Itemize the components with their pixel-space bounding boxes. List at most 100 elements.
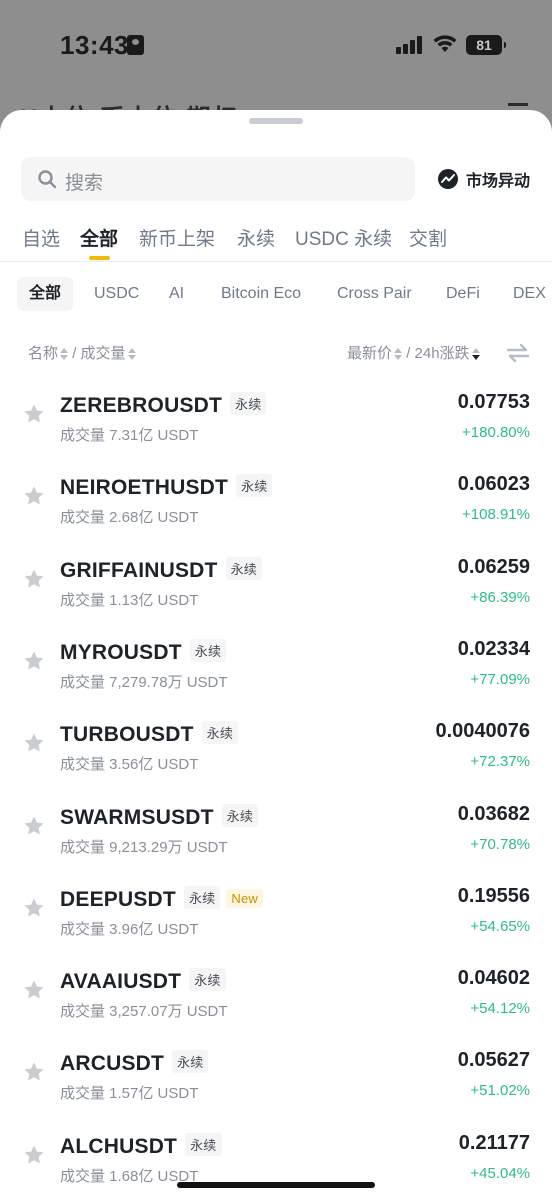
sort-icon [127,348,136,361]
chip-defi[interactable]: DeFi [446,277,480,311]
tabs-divider [0,261,552,262]
favorite-star-icon[interactable] [22,1143,46,1167]
change-percent: +108.91% [462,506,530,524]
symbol-line: ALCHUSDT 永续 [60,1132,222,1159]
last-price: 0.19556 [457,884,530,907]
sort-by-price[interactable]: 最新价 [347,345,403,362]
symbol-name: MYROUSDT [60,640,182,664]
contract-type-tag: 永续 [236,474,273,498]
market-movers-label: 市场异动 [466,173,531,190]
change-percent: +54.12% [470,1000,530,1018]
sort-by-volume[interactable]: 成交量 [81,345,136,362]
chip-dex[interactable]: DEX [513,277,546,311]
symbol-line: SWARMSUSDT 永续 [60,803,259,830]
header-name-label: 名称 [28,345,59,362]
home-indicator [177,1182,375,1188]
last-price: 0.06023 [457,473,530,496]
favorite-star-icon[interactable] [22,978,46,1002]
symbol-name: TURBOUSDT [60,723,194,747]
swap-display-icon[interactable] [506,343,530,363]
table-row[interactable]: TURBOUSDT 永续 成交量 3.56亿 USDT 0.0040076 +72… [0,709,552,791]
symbol-name: SWARMSUSDT [60,805,214,829]
tab-usdc-perpetual[interactable]: USDC 永续 [295,224,392,251]
favorite-star-icon[interactable] [22,1060,46,1084]
chip-all[interactable]: 全部 [17,277,74,311]
header-separator: / [406,345,411,362]
symbol-line: ARCUSDT 永续 [60,1050,209,1076]
table-row[interactable]: DEEPUSDT 永续 New 成交量 3.96亿 USDT 0.19556 +54… [0,874,552,956]
last-price: 0.04602 [457,967,530,990]
category-tabs: 自选 全部 新币上架 永续 USDC 永续 交割 [0,220,552,264]
volume-text: 成交量 7.31亿 USDT [60,427,199,444]
filter-chips: 全部 USDC AI Bitcoin Eco Cross Pair DeFi D… [0,277,552,313]
sort-desc-icon [471,348,480,361]
volume-text: 成交量 3,257.07万 USDT [60,1003,228,1021]
change-percent: +180.80% [462,424,530,441]
symbol-name: NEIROETHUSDT [60,476,229,500]
status-time: 13:43 [60,30,129,60]
contract-type-tag: 永续 [230,392,267,415]
symbol-line: ZEREBROUSDT 永续 [60,392,267,418]
header-separator: / [72,345,77,362]
volume-text: 成交量 9,213.29万 USDT [60,838,228,856]
chip-cross-pair[interactable]: Cross Pair [337,277,412,311]
tab-perpetual[interactable]: 永续 [237,224,275,251]
table-row[interactable]: AVAAIUSDT 永续 成交量 3,257.07万 USDT 0.04602 +… [0,956,552,1038]
change-percent: +51.02% [470,1082,530,1100]
symbol-line: DEEPUSDT 永续 New [60,885,263,912]
symbol-line: NEIROETHUSDT 永续 [60,474,273,500]
symbol-line: TURBOUSDT 永续 [60,721,239,747]
search-input[interactable]: 搜索 [21,157,415,201]
change-percent: +86.39% [470,588,530,606]
contract-type-tag: 永续 [183,885,221,909]
table-row[interactable]: GRIFFAINUSDT 永续 成交量 1.13亿 USDT 0.06259 +8… [0,545,552,627]
sort-by-change[interactable]: 24h涨跌 [415,345,480,362]
sheet-grabber[interactable] [249,118,303,124]
contract-type-tag: 永续 [225,556,262,580]
favorite-star-icon[interactable] [22,567,46,591]
list-header: 名称 / 成交量 最新价 / 24h涨跌 [0,342,552,366]
table-row[interactable]: NEIROETHUSDT 永续 成交量 2.68亿 USDT 0.06023 +1… [0,462,552,544]
symbol-name: ZEREBROUSDT [60,394,223,417]
table-row[interactable]: ZEREBROUSDT 永续 成交量 7.31亿 USDT 0.07753 +18… [0,380,552,462]
favorite-star-icon[interactable] [22,402,46,426]
table-row[interactable]: MYROUSDT 永续 成交量 7,279.78万 USDT 0.02334 +7… [0,627,552,709]
symbol-name: ALCHUSDT [60,1134,178,1158]
last-price: 0.0040076 [435,720,530,743]
tab-delivery[interactable]: 交割 [409,224,447,251]
volume-text: 成交量 1.13亿 USDT [60,591,199,609]
table-row[interactable]: SWARMSUSDT 永续 成交量 9,213.29万 USDT 0.03682 … [0,792,552,874]
sort-by-name[interactable]: 名称 [28,345,69,362]
volume-text: 成交量 3.56亿 USDT [60,756,199,774]
symbol-line: AVAAIUSDT 永续 [60,968,226,994]
chip-usdc[interactable]: USDC [94,277,139,311]
volume-text: 成交量 2.68亿 USDT [60,509,199,527]
table-row[interactable]: ALCHUSDT 永续 成交量 1.68亿 USDT 0.21177 +45.04… [0,1121,552,1200]
chip-bitcoin-eco[interactable]: Bitcoin Eco [221,277,301,311]
tab-all[interactable]: 全部 [80,224,118,251]
tab-favorites[interactable]: 自选 [22,224,60,251]
chip-ai[interactable]: AI [169,277,184,311]
status-bar: 13:43 81 [0,0,552,90]
table-row[interactable]: ARCUSDT 永续 成交量 1.57亿 USDT 0.05627 +51.02% [0,1038,552,1120]
favorite-star-icon[interactable] [22,814,46,838]
favorite-star-icon[interactable] [22,649,46,673]
markets-sheet: 搜索 市场异动 自选 全部 新币上架 永续 USDC 永续 交割 全部 USDC… [0,110,552,1200]
new-badge: New [226,888,263,908]
cellular-signal-icon [396,36,424,54]
change-percent: +45.04% [470,1164,530,1182]
header-change-label: 24h涨跌 [414,345,470,362]
last-price: 0.06259 [457,555,530,578]
favorite-star-icon[interactable] [22,484,46,508]
tab-new-listings[interactable]: 新币上架 [139,224,215,251]
contract-type-tag: 永续 [172,1050,209,1074]
market-movers-button[interactable]: 市场异动 [437,166,530,192]
symbol-name: GRIFFAINUSDT [60,558,218,582]
change-percent: +70.78% [470,835,530,853]
last-price: 0.03682 [457,802,530,825]
last-price: 0.21177 [458,1131,530,1154]
contract-type-tag: 永续 [201,721,239,745]
favorite-star-icon[interactable] [22,896,46,920]
contract-type-tag: 永续 [221,803,259,827]
favorite-star-icon[interactable] [22,731,46,755]
